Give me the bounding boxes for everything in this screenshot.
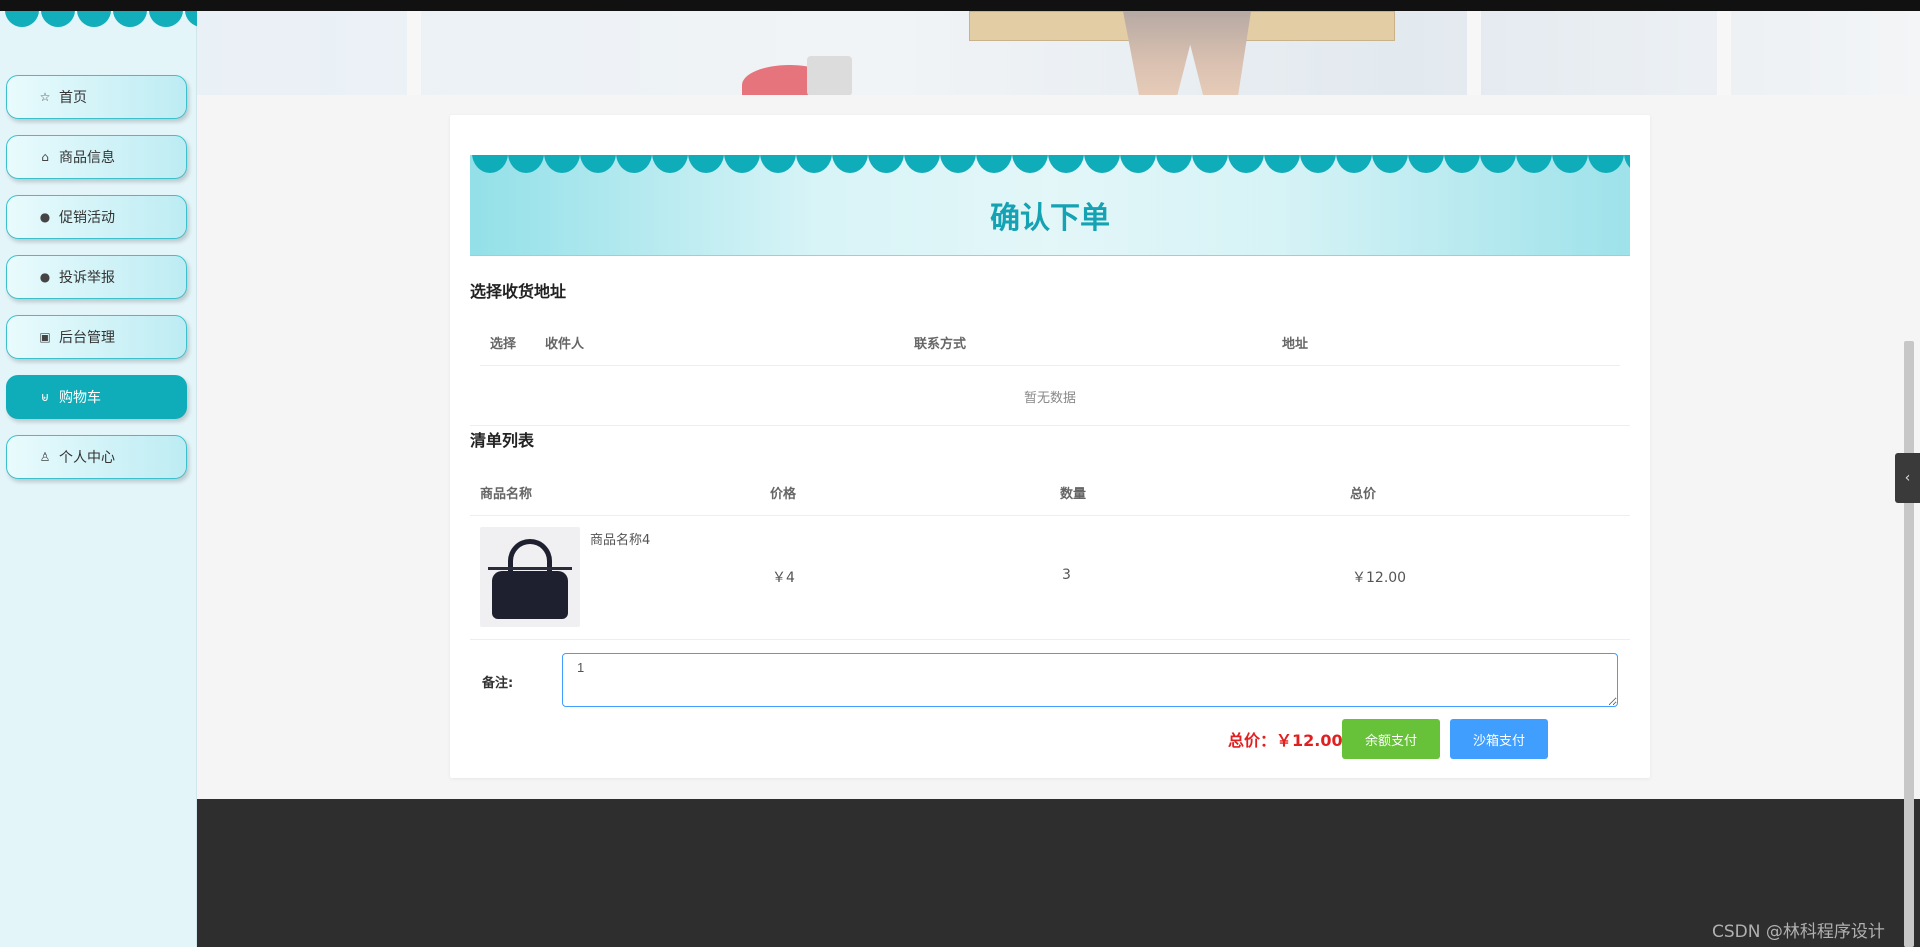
sidebar-item-label: 首页 xyxy=(59,90,87,106)
sidebar-item-label: 促销活动 xyxy=(59,210,115,226)
question-icon: ● xyxy=(39,270,51,284)
order-header: 确认下单 xyxy=(470,155,1630,256)
divider xyxy=(470,515,1630,516)
bag-icon: ⌂ xyxy=(41,150,49,164)
user-icon: ♙ xyxy=(39,450,51,464)
sidebar-scallop-decoration xyxy=(0,11,197,29)
watermark: CSDN @林科程序设计 xyxy=(1712,922,1885,942)
sidebar-item-home[interactable]: ☆ 首页 xyxy=(6,75,187,119)
sidebar-item-label: 个人中心 xyxy=(59,450,115,466)
product-name: 商品名称4 xyxy=(590,533,651,548)
items-col-name: 商品名称 xyxy=(480,487,533,502)
alert-icon: ● xyxy=(39,210,51,224)
sandbox-pay-button[interactable]: 沙箱支付 xyxy=(1450,719,1548,759)
product-quantity: 3 xyxy=(1062,567,1071,583)
address-section-title: 选择收货地址 xyxy=(470,282,567,301)
side-panel-toggle[interactable]: ‹ xyxy=(1895,453,1920,503)
note-label: 备注: xyxy=(482,676,514,691)
chevron-left-icon: ‹ xyxy=(1904,470,1911,486)
product-price: ￥4 xyxy=(772,570,795,586)
address-empty-text: 暂无数据 xyxy=(1023,391,1076,406)
sidebar-item-admin[interactable]: ▣ 后台管理 xyxy=(6,315,187,359)
note-textarea[interactable]: 1 xyxy=(562,653,1618,707)
address-col-recipient: 收件人 xyxy=(545,337,585,352)
sidebar-item-label: 投诉举报 xyxy=(59,270,115,286)
product-image[interactable] xyxy=(480,527,580,627)
sidebar: ☆ 首页 ⌂ 商品信息 ● 促销活动 ● 投诉举报 ▣ 后台管理 ⊌ 购物车 ♙… xyxy=(0,11,197,947)
cart-icon: ⊌ xyxy=(40,390,50,404)
divider xyxy=(470,639,1630,640)
sidebar-item-cart[interactable]: ⊌ 购物车 xyxy=(6,375,187,419)
items-section-title: 清单列表 xyxy=(470,431,535,450)
order-confirm-card: 确认下单 选择收货地址 选择 收件人 联系方式 地址 暂无数据 清单列表 商品名… xyxy=(450,115,1650,778)
top-banner-image xyxy=(197,11,1920,95)
divider xyxy=(480,365,1620,366)
sidebar-item-products[interactable]: ⌂ 商品信息 xyxy=(6,135,187,179)
items-col-quantity: 数量 xyxy=(1060,487,1087,502)
page-footer xyxy=(197,799,1920,947)
sidebar-item-complaints[interactable]: ● 投诉举报 xyxy=(6,255,187,299)
sidebar-item-promotions[interactable]: ● 促销活动 xyxy=(6,195,187,239)
address-col-select: 选择 xyxy=(490,337,517,352)
order-total: 总价：￥12.00 xyxy=(1228,731,1343,750)
items-col-total: 总价 xyxy=(1350,487,1377,502)
product-total: ￥12.00 xyxy=(1352,570,1407,586)
page-title: 确认下单 xyxy=(990,201,1110,236)
items-col-price: 价格 xyxy=(770,487,797,502)
sidebar-item-profile[interactable]: ♙ 个人中心 xyxy=(6,435,187,479)
balance-pay-button[interactable]: 余额支付 xyxy=(1342,719,1440,759)
vertical-scrollbar[interactable] xyxy=(1904,341,1914,947)
window-top-bar xyxy=(0,0,1920,11)
address-col-address: 地址 xyxy=(1282,337,1309,352)
sidebar-item-label: 购物车 xyxy=(59,390,101,406)
sidebar-item-label: 商品信息 xyxy=(59,150,115,166)
star-icon: ☆ xyxy=(39,90,51,104)
sidebar-item-label: 后台管理 xyxy=(59,330,115,346)
box-icon: ▣ xyxy=(39,330,51,344)
divider xyxy=(470,425,1630,426)
address-col-contact: 联系方式 xyxy=(914,337,967,352)
